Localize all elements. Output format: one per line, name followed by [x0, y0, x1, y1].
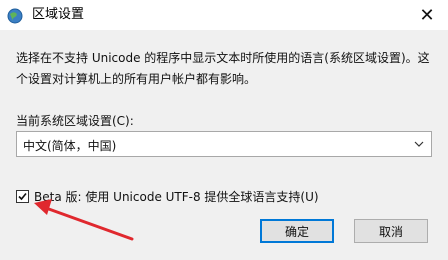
- current-locale-label: 当前系统区域设置(C):: [16, 114, 134, 128]
- beta-utf8-label: Beta 版: 使用 Unicode UTF-8 提供全球语言支持(U): [34, 189, 319, 204]
- dialog-body: 选择在不支持 Unicode 的程序中显示文本时所使用的语言(系统区域设置)。这…: [0, 30, 448, 260]
- close-button[interactable]: ✕: [414, 2, 440, 28]
- locale-select[interactable]: 中文(简体，中国): [16, 131, 432, 157]
- description-text: 选择在不支持 Unicode 的程序中显示文本时所使用的语言(系统区域设置)。这…: [16, 48, 436, 90]
- description-line-2: 个设置对计算机上的所有用户帐户都有影响。: [16, 72, 257, 86]
- locale-select-value: 中文(简体，中国): [23, 139, 117, 153]
- cancel-button[interactable]: 取消: [354, 219, 428, 243]
- beta-utf8-checkbox[interactable]: [16, 189, 29, 203]
- chevron-down-icon: [414, 141, 424, 147]
- description-line-1: 选择在不支持 Unicode 的程序中显示文本时所使用的语言(系统区域设置)。这: [16, 51, 430, 65]
- checkmark-icon: [18, 192, 27, 200]
- globe-icon: [7, 8, 23, 24]
- ok-button[interactable]: 确定: [260, 219, 334, 243]
- window-title: 区域设置: [32, 7, 85, 22]
- beta-utf8-option[interactable]: Beta 版: 使用 Unicode UTF-8 提供全球语言支持(U): [16, 186, 319, 206]
- title-bar: 区域设置 ✕: [0, 0, 448, 30]
